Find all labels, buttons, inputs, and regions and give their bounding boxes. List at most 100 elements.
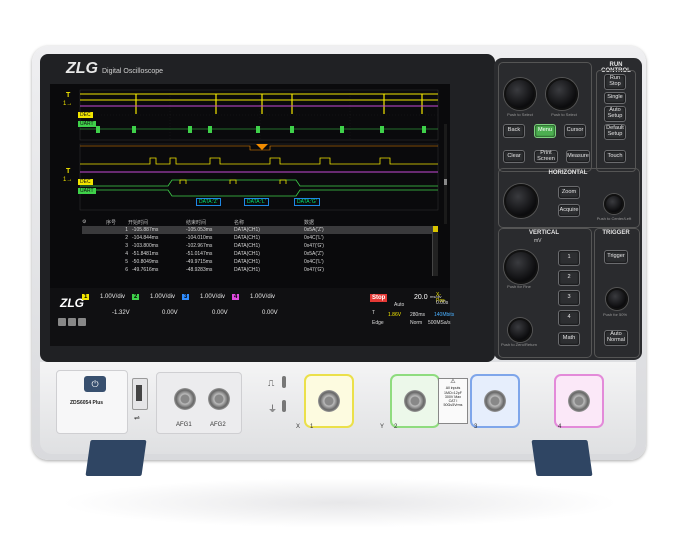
decode-box: DATA:'L': [244, 198, 269, 206]
horizontal-position-knob[interactable]: [604, 194, 624, 214]
warning-icon: ⚠: [450, 379, 456, 385]
push-select-label: Push to Select: [507, 112, 533, 117]
dec-label-lower: DEC: [78, 179, 93, 185]
menu-icon[interactable]: [78, 318, 86, 326]
stop-badge: Stop: [370, 294, 388, 302]
trigger-marker-lower: T: [66, 168, 71, 175]
ch4-button[interactable]: 4: [558, 310, 580, 326]
ch1-marker: 1→: [63, 101, 73, 107]
usb-icon: ⇌: [134, 415, 140, 422]
probe-comp-terminal[interactable]: [282, 376, 286, 388]
mv-label: mV: [534, 238, 542, 244]
gear-icon[interactable]: ⚙: [82, 219, 106, 225]
usb-port[interactable]: [132, 378, 148, 410]
settings-icon[interactable]: [58, 318, 66, 326]
touch-button[interactable]: Touch: [604, 150, 626, 163]
ch3-info[interactable]: 3 1.00V/div 0.00V: [182, 294, 232, 316]
uart-label-lower: UART: [78, 188, 96, 194]
back-button[interactable]: Back: [503, 124, 525, 138]
ch2-input-label: 2: [394, 424, 398, 430]
ch1-button[interactable]: 1: [558, 250, 580, 266]
ch2-button[interactable]: 2: [558, 270, 580, 286]
vertical-scale-knob[interactable]: [504, 250, 538, 284]
multipurpose-knob-a[interactable]: [504, 78, 536, 110]
zoom-button[interactable]: Zoom: [558, 186, 580, 199]
push-50-label: Push for 50%: [602, 312, 627, 317]
probe-comp-icon: ⎍: [268, 378, 275, 388]
ch2-input[interactable]: [390, 374, 440, 428]
trigger-title: TRIGGER: [602, 230, 630, 236]
multipurpose-knob-b[interactable]: [546, 78, 578, 110]
table-header: ⚙ 序号 开始时间 结束时间 名称 数据: [82, 219, 315, 226]
trigger-marker: T: [66, 92, 71, 99]
oscilloscope-display[interactable]: T 1→ DEC UART T 1→ DEC UART DATA:'Z' DAT…: [50, 84, 454, 346]
table-row[interactable]: 1 -105.887ms -105.053ms DATA(CH1) 0x5A('…: [82, 226, 438, 234]
x-label: X: [296, 424, 301, 430]
scroll-up-icon[interactable]: [433, 226, 438, 232]
afg1-connector[interactable]: [174, 388, 196, 410]
single-button[interactable]: Single: [604, 92, 626, 104]
uart-label: UART: [78, 121, 96, 127]
input-rating-label: ⚠ All inputs 1MΩ=12pF 300V Max CAT I 50Ω…: [438, 378, 468, 424]
y-label: Y: [380, 424, 385, 430]
dec-label: DEC: [78, 112, 93, 118]
table-row[interactable]: 5 -50.8049ms -49.9715ms DATA(CH1) 0x4C('…: [82, 258, 438, 266]
math-button[interactable]: Math: [558, 332, 580, 346]
horizontal-title: HORIZONTAL: [548, 170, 588, 176]
screenshot-icon[interactable]: [68, 318, 76, 326]
model-label: ZDS6054 Plus: [70, 400, 104, 406]
ch2-info[interactable]: 2 1.00V/div 0.00V: [132, 294, 182, 316]
brand-logo: ZLG: [66, 60, 98, 77]
measure-button[interactable]: Measure: [566, 150, 590, 163]
push-center-label: Push to Center/Left: [596, 216, 632, 221]
push-select-label-b: Push to Select: [551, 112, 577, 117]
ground-terminal[interactable]: [282, 400, 286, 412]
decode-box: DATA:'Z': [196, 198, 221, 206]
cursor-button[interactable]: Cursor: [564, 124, 586, 138]
table-row[interactable]: 3 -103.800ms -102.967ms DATA(CH1) 0x47('…: [82, 242, 438, 250]
ch1-info[interactable]: 1 1.00V/div -1.32V: [82, 294, 132, 316]
trigger-button[interactable]: Trigger: [604, 250, 628, 264]
screen-tools[interactable]: [58, 318, 86, 326]
ch4-input-label: 4: [558, 424, 562, 430]
trigger-level-knob[interactable]: [606, 288, 628, 310]
afg2-connector[interactable]: [208, 388, 230, 410]
power-button[interactable]: ⏻: [84, 376, 106, 392]
push-zero-label: Push to Zero/Return: [500, 342, 538, 347]
auto-setup-button[interactable]: Auto Setup: [604, 106, 626, 122]
ch4-info[interactable]: 4 1.00V/div 0.00V: [232, 294, 282, 316]
ch1-marker-lower: 1→: [63, 177, 73, 183]
table-row[interactable]: 6 -49.7616ms -48.9283ms DATA(CH1) 0x47('…: [82, 266, 438, 274]
clear-button[interactable]: Clear: [503, 150, 525, 163]
desk-shadow: [60, 478, 620, 528]
decode-box: DATA:'G': [294, 198, 320, 206]
auto-normal-button[interactable]: Auto Normal: [604, 330, 628, 346]
right-foot: [531, 440, 593, 476]
push-fine-label: Push for Fine: [507, 284, 531, 289]
ch3-button[interactable]: 3: [558, 290, 580, 306]
screen-logo: ZLG: [60, 296, 84, 310]
horizontal-scale-knob[interactable]: [504, 184, 538, 218]
ch4-input[interactable]: [554, 374, 604, 428]
table-row[interactable]: 2 -104.844ms -104.010ms DATA(CH1) 0x4C('…: [82, 234, 438, 242]
menu-button[interactable]: Menu: [534, 124, 556, 138]
ground-icon: ⏚: [268, 404, 278, 414]
decode-table[interactable]: ⚙ 序号 开始时间 结束时间 名称 数据 1 -105.887ms -105.0…: [82, 218, 438, 274]
table-row[interactable]: 4 -51.8481ms -51.0147ms DATA(CH1) 0x5A('…: [82, 250, 438, 258]
afg1-label: AFG1: [176, 422, 192, 428]
default-setup-button[interactable]: Default Setup: [604, 124, 626, 140]
ch1-input-label: 1: [310, 424, 314, 430]
acquisition-status[interactable]: Stop Auto 20.0 ms/div X-Pos 0.00s T 1.86…: [370, 292, 454, 342]
ch1-input[interactable]: [304, 374, 354, 428]
run-stop-button[interactable]: Run Stop: [604, 74, 626, 90]
afg2-label: AFG2: [210, 422, 226, 428]
acquire-button[interactable]: Acquire: [558, 204, 580, 217]
brand-subtitle: Digital Oscilloscope: [102, 68, 164, 75]
left-foot: [85, 440, 147, 476]
ch3-input[interactable]: [470, 374, 520, 428]
ch3-input-label: 3: [474, 424, 478, 430]
vertical-position-knob[interactable]: [508, 318, 532, 342]
print-screen-button[interactable]: Print Screen: [534, 150, 558, 163]
table-scrollbar[interactable]: [432, 226, 438, 276]
vertical-title: VERTICAL: [529, 230, 559, 236]
